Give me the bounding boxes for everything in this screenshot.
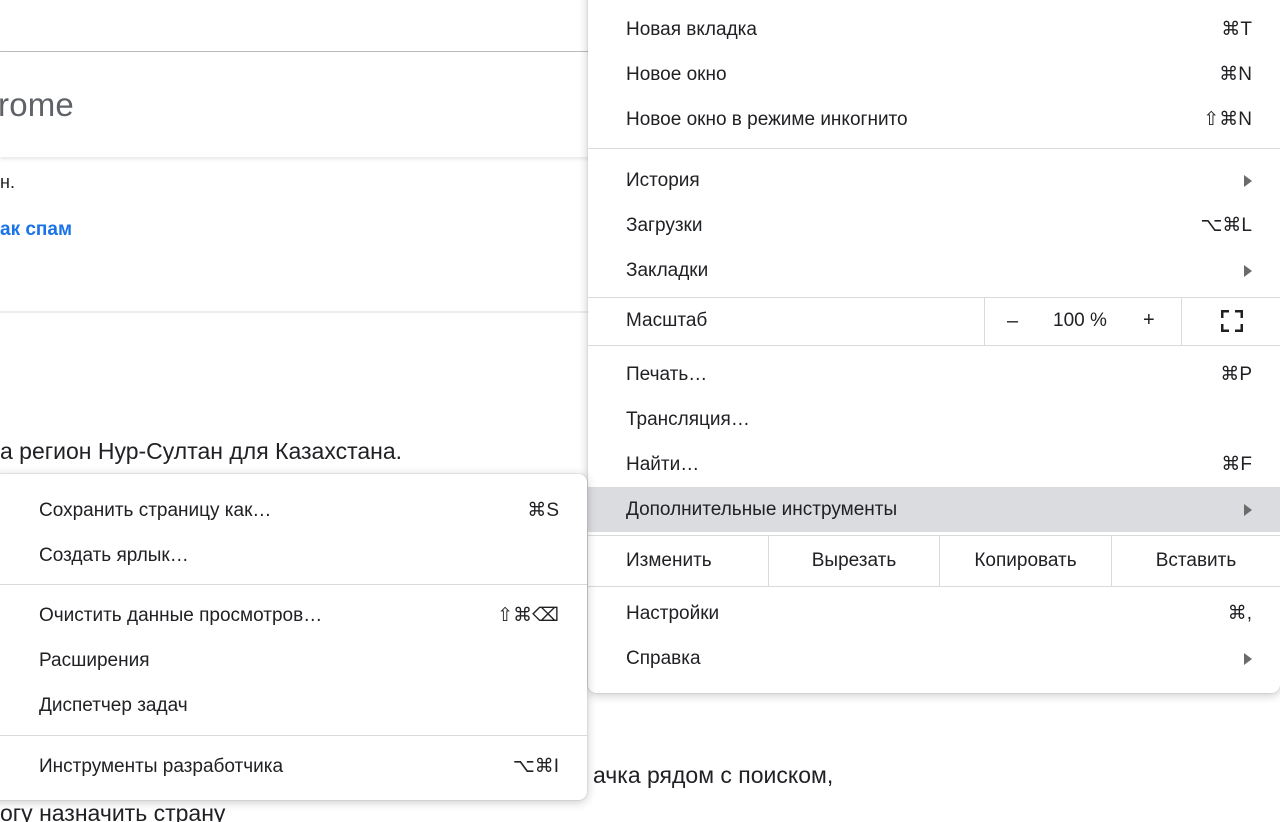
menu-item-label: Трансляция… <box>626 408 750 430</box>
zoom-row: Масштаб – 100 % + <box>588 298 1280 345</box>
menu-item-label: Новое окно в режиме инкогнито <box>626 108 908 130</box>
menu-item-label: Закладки <box>626 259 709 281</box>
menu-item-shortcut: ⌥⌘L <box>1200 215 1252 236</box>
edit-row: Изменить Вырезать Копировать Вставить <box>588 536 1280 586</box>
menu-item-extensions[interactable]: Расширения <box>0 638 587 683</box>
paste-button[interactable]: Вставить <box>1111 536 1280 586</box>
menu-item-cast[interactable]: Трансляция… <box>588 397 1280 442</box>
menu-item-dev-tools[interactable]: Инструменты разработчика ⌥⌘I <box>0 744 587 789</box>
zoom-controls: – 100 % + <box>984 298 1182 345</box>
menu-item-label: Настройки <box>626 602 720 624</box>
menu-separator <box>588 148 1280 149</box>
menu-item-shortcut: ⌘N <box>1219 64 1252 85</box>
menu-item-shortcut: ⌥⌘I <box>512 756 559 777</box>
menu-item-downloads[interactable]: Загрузки ⌥⌘L <box>588 203 1280 248</box>
zoom-in-button[interactable]: + <box>1143 309 1155 332</box>
menu-item-create-shortcut[interactable]: Создать ярлык… <box>0 533 587 578</box>
zoom-level: 100 % <box>1053 310 1107 331</box>
menu-item-label: Справка <box>626 647 701 669</box>
page-paragraph-country: огу назначить страну <box>0 800 226 822</box>
menu-item-bookmarks[interactable]: Закладки <box>588 248 1280 293</box>
report-spam-link[interactable]: ак спам <box>0 219 72 241</box>
menu-item-label: История <box>626 169 700 191</box>
menu-separator <box>0 735 587 736</box>
cut-button[interactable]: Вырезать <box>768 536 939 586</box>
edit-label: Изменить <box>626 550 712 571</box>
chevron-right-icon <box>1244 264 1252 277</box>
chevron-right-icon <box>1244 174 1252 187</box>
menu-item-new-window[interactable]: Новое окно ⌘N <box>588 52 1280 97</box>
menu-item-label: Инструменты разработчика <box>39 755 284 777</box>
page-card <box>0 157 600 313</box>
chevron-right-icon <box>1244 503 1252 516</box>
zoom-out-button[interactable]: – <box>1007 310 1018 333</box>
menu-item-label: Сохранить страницу как… <box>39 499 272 521</box>
page-header <box>0 52 600 157</box>
chevron-right-icon <box>1244 652 1252 665</box>
menu-separator <box>588 586 1280 587</box>
menu-separator <box>588 345 1280 346</box>
menu-item-label: Очистить данные просмотров… <box>39 604 323 626</box>
menu-item-new-tab[interactable]: Новая вкладка ⌘T <box>588 7 1280 52</box>
menu-item-find[interactable]: Найти… ⌘F <box>588 442 1280 487</box>
page-paragraph-region: а регион Нур-Султан для Казахстана. <box>0 438 403 464</box>
menu-item-help[interactable]: Справка <box>588 636 1280 681</box>
menu-item-shortcut: ⇧⌘N <box>1203 109 1252 130</box>
more-tools-submenu: Сохранить страницу как… ⌘S Создать ярлык… <box>0 474 587 800</box>
copy-button[interactable]: Копировать <box>939 536 1111 586</box>
menu-item-shortcut: ⌘F <box>1221 454 1252 475</box>
menu-item-shortcut: ⌘P <box>1220 364 1252 385</box>
menu-item-label: Новое окно <box>626 63 727 85</box>
menu-item-label: Диспетчер задач <box>39 694 188 716</box>
menu-item-print[interactable]: Печать… ⌘P <box>588 352 1280 397</box>
menu-separator <box>0 584 587 585</box>
page-paragraph-icon: ачка рядом с поиском, <box>593 762 834 788</box>
menu-item-label: Создать ярлык… <box>39 544 189 566</box>
menu-item-save-page[interactable]: Сохранить страницу как… ⌘S <box>0 488 587 533</box>
chrome-main-menu: Новая вкладка ⌘T Новое окно ⌘N Новое окн… <box>588 0 1280 693</box>
menu-item-label: Найти… <box>626 453 700 475</box>
menu-item-clear-data[interactable]: Очистить данные просмотров… ⇧⌘⌫ <box>0 593 587 638</box>
zoom-label: Масштаб <box>626 310 708 331</box>
page-title: rome <box>0 86 74 123</box>
page-text-fragment: н. <box>0 172 15 192</box>
menu-item-settings[interactable]: Настройки ⌘, <box>588 591 1280 636</box>
menu-item-more-tools[interactable]: Дополнительные инструменты <box>588 487 1280 532</box>
menu-item-label: Дополнительные инструменты <box>626 498 898 520</box>
menu-item-shortcut: ⇧⌘⌫ <box>497 605 559 626</box>
menu-item-label: Загрузки <box>626 214 703 236</box>
menu-item-shortcut: ⌘S <box>527 500 559 521</box>
menu-item-incognito[interactable]: Новое окно в режиме инкогнито ⇧⌘N <box>588 97 1280 142</box>
menu-item-label: Новая вкладка <box>626 18 757 40</box>
menu-item-history[interactable]: История <box>588 158 1280 203</box>
menu-item-shortcut: ⌘, <box>1227 603 1252 624</box>
menu-item-shortcut: ⌘T <box>1221 19 1252 40</box>
menu-item-label: Печать… <box>626 363 708 385</box>
fullscreen-icon[interactable] <box>1220 309 1244 333</box>
menu-item-label: Расширения <box>39 649 150 671</box>
menu-item-task-manager[interactable]: Диспетчер задач <box>0 683 587 728</box>
